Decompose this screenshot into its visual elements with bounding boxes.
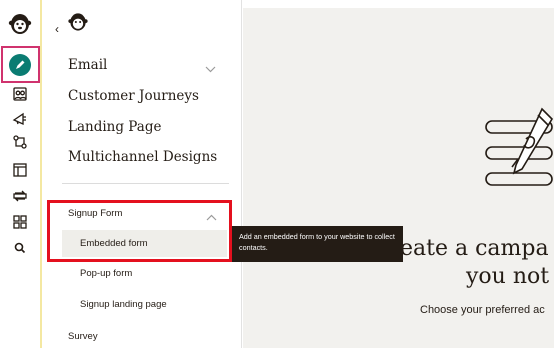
search-icon[interactable] xyxy=(8,236,32,260)
create-menu-panel xyxy=(42,0,242,348)
menu-divider xyxy=(62,183,229,184)
nav-item-email[interactable]: Email xyxy=(68,57,107,73)
pencil-drawing-illustration xyxy=(480,105,554,200)
choose-subtext: Choose your preferred ac xyxy=(420,304,545,316)
nav-item-landing-page[interactable]: Landing Page xyxy=(68,119,161,135)
audience-icon[interactable] xyxy=(8,82,32,106)
chevron-down-icon[interactable] xyxy=(205,60,216,78)
nav-item-customer-journeys[interactable]: Customer Journeys xyxy=(68,88,199,104)
headline-line-1: eate a campa xyxy=(400,236,549,261)
menu-item-pop-up-form[interactable]: Pop-up form xyxy=(80,268,132,279)
annotation-highlight-box xyxy=(47,200,232,262)
back-chevron-icon[interactable]: ‹ xyxy=(55,22,59,36)
menu-item-signup-landing-page[interactable]: Signup landing page xyxy=(80,299,167,310)
content-icon[interactable] xyxy=(8,184,32,208)
mailchimp-logo-icon[interactable] xyxy=(6,10,34,38)
website-icon[interactable] xyxy=(8,158,32,182)
create-button[interactable] xyxy=(9,54,31,76)
integrations-icon[interactable] xyxy=(8,210,32,234)
headline-line-2: you not xyxy=(466,264,550,289)
survey-heading[interactable]: Survey xyxy=(68,331,98,342)
nav-item-multichannel-designs[interactable]: Multichannel Designs xyxy=(68,149,217,165)
automations-icon[interactable] xyxy=(8,130,32,154)
campaigns-icon[interactable] xyxy=(8,106,32,130)
panel-logo-icon xyxy=(66,10,90,39)
embedded-form-tooltip: Add an embedded form to your website to … xyxy=(232,226,403,262)
pencil-icon xyxy=(16,60,25,69)
